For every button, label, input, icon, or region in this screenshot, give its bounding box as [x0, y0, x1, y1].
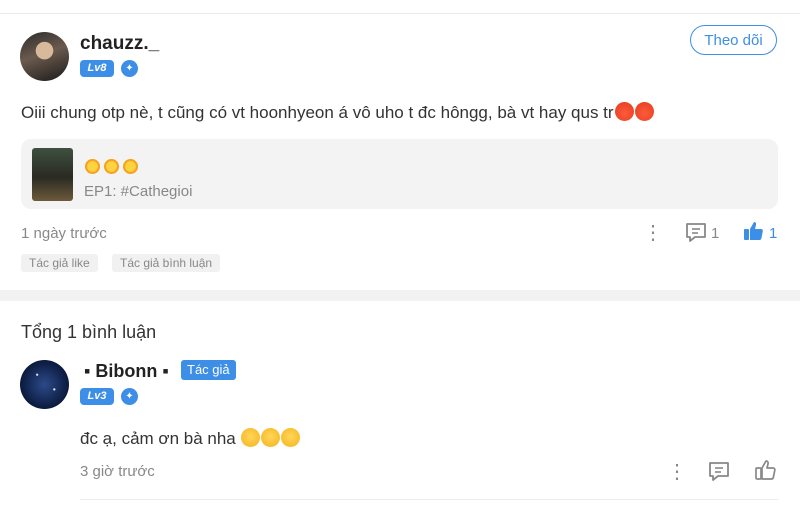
post-comment-text: Oiii chung otp nè, t cũng có vt hoonhyeo…	[21, 102, 654, 123]
follow-button[interactable]: Theo dõi	[690, 25, 777, 55]
like-icon[interactable]	[742, 219, 766, 243]
post-time: 1 ngày trước	[21, 225, 107, 242]
verified-shield-icon: ✦	[121, 60, 138, 77]
angry-face-icon	[634, 102, 654, 121]
reply-text: đc ạ, cảm ơn bà nha	[80, 428, 300, 449]
level-badge: Lv8	[80, 60, 114, 77]
like-icon[interactable]	[754, 458, 778, 482]
like-count: 1	[769, 225, 778, 242]
smiling-face-with-hearts-icon	[280, 428, 300, 447]
sun-icon	[104, 159, 119, 174]
more-options-icon[interactable]: ⋮	[643, 223, 663, 243]
angry-face-icon	[614, 102, 634, 121]
episode-thumbnail[interactable]	[32, 148, 73, 201]
avatar[interactable]	[20, 360, 69, 409]
top-divider	[0, 13, 800, 14]
reply-username[interactable]: ▪ Bibonn ▪	[84, 361, 169, 382]
author-badge: Tác giả	[181, 360, 236, 380]
smiling-face-icon	[240, 428, 260, 447]
section-divider	[0, 290, 800, 301]
reply-time: 3 giờ trước	[80, 463, 155, 480]
author-comment-tag: Tác giả bình luận	[112, 254, 221, 272]
replies-total: Tổng 1 bình luận	[21, 322, 157, 342]
sun-icon	[85, 159, 100, 174]
sun-icon	[123, 159, 138, 174]
more-options-icon[interactable]: ⋮	[667, 462, 687, 482]
reply-count: 1	[711, 225, 720, 242]
reply-icon[interactable]	[684, 221, 708, 243]
post-comment-body: Oiii chung otp nè, t cũng có vt hoonhyeo…	[21, 103, 614, 122]
grinning-face-icon	[260, 428, 280, 447]
avatar[interactable]	[20, 32, 69, 81]
reply-icon[interactable]	[707, 460, 731, 482]
author-like-tag: Tác giả like	[21, 254, 98, 272]
episode-title: EP1: #Cathegioi	[84, 183, 193, 200]
bottom-divider	[80, 499, 778, 500]
level-badge: Lv3	[80, 388, 114, 405]
reply-body: đc ạ, cảm ơn bà nha	[80, 429, 236, 448]
verified-shield-icon: ✦	[121, 388, 138, 405]
post-username[interactable]: chauzz._	[80, 33, 159, 55]
